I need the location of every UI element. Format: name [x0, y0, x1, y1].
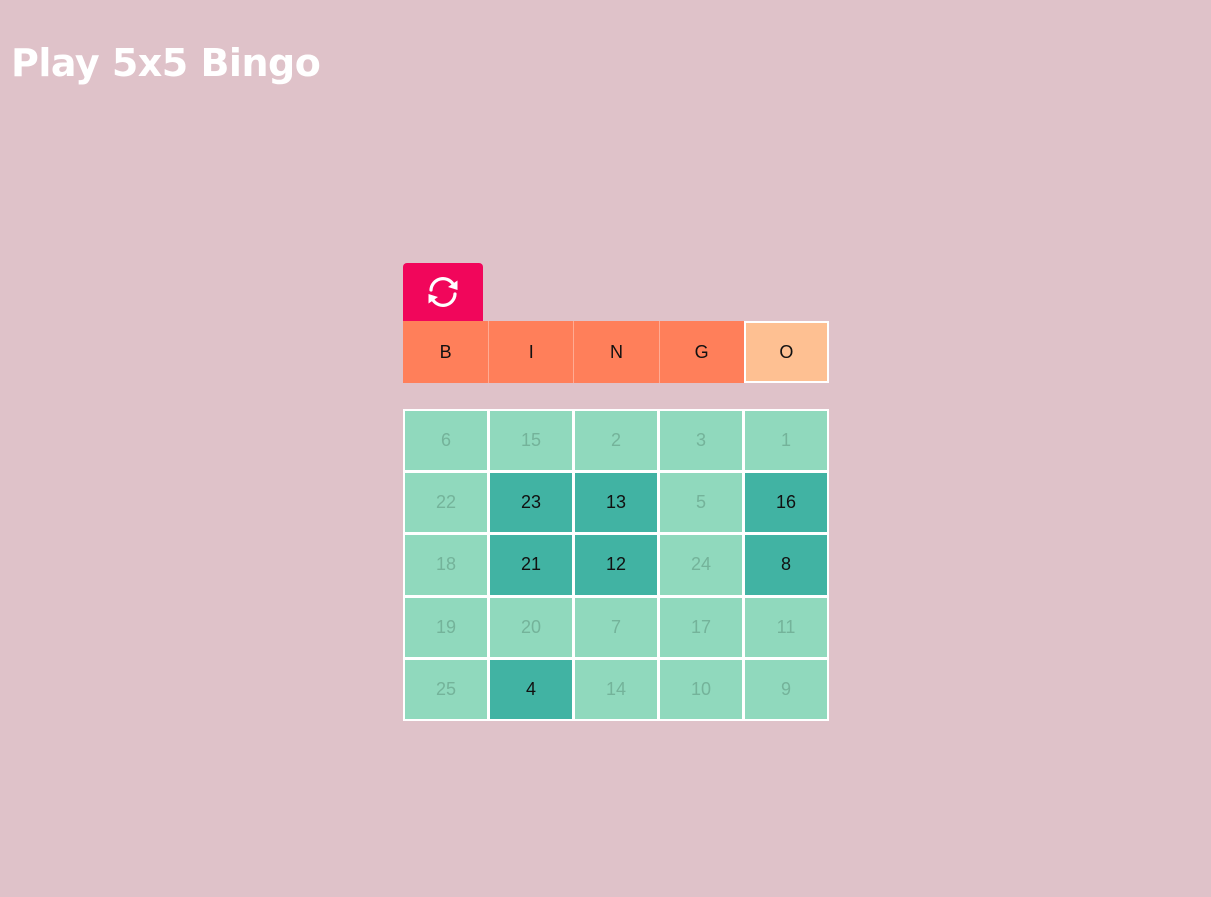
board-cell[interactable]: 5 — [660, 473, 742, 533]
board-cell[interactable]: 8 — [745, 535, 827, 595]
page-title: Play 5x5 Bingo — [11, 41, 321, 85]
reset-button[interactable] — [403, 263, 483, 321]
header-letter-n: N — [573, 321, 659, 383]
board-cell[interactable]: 12 — [575, 535, 657, 595]
refresh-icon — [423, 272, 463, 312]
board-cell[interactable]: 11 — [745, 597, 827, 657]
board-cell[interactable]: 4 — [490, 659, 572, 719]
board-cell[interactable]: 13 — [575, 473, 657, 533]
board-cell[interactable]: 7 — [575, 597, 657, 657]
board-cell[interactable]: 18 — [405, 535, 487, 595]
board-cell[interactable]: 14 — [575, 659, 657, 719]
board-cell[interactable]: 19 — [405, 597, 487, 657]
board-cell[interactable]: 6 — [405, 411, 487, 471]
board-cell[interactable]: 3 — [660, 411, 742, 471]
board-cell[interactable]: 20 — [490, 597, 572, 657]
header-letter-i: I — [488, 321, 574, 383]
board-cell[interactable]: 15 — [490, 411, 572, 471]
board-cell[interactable]: 22 — [405, 473, 487, 533]
board-cell[interactable]: 17 — [660, 597, 742, 657]
board-cell[interactable]: 2 — [575, 411, 657, 471]
header-letter-b: B — [403, 321, 489, 383]
bingo-board: 6 15 2 3 1 22 23 13 5 16 18 21 12 24 8 1… — [403, 409, 829, 721]
board-cell[interactable]: 10 — [660, 659, 742, 719]
board-cell[interactable]: 23 — [490, 473, 572, 533]
header-letter-o: O — [743, 321, 829, 383]
board-cell[interactable]: 9 — [745, 659, 827, 719]
board-cell[interactable]: 21 — [490, 535, 572, 595]
board-cell[interactable]: 24 — [660, 535, 742, 595]
bingo-header: B I N G O — [403, 321, 829, 383]
board-cell[interactable]: 16 — [745, 473, 827, 533]
board-cell[interactable]: 25 — [405, 659, 487, 719]
board-cell[interactable]: 1 — [745, 411, 827, 471]
header-letter-g: G — [658, 321, 744, 383]
